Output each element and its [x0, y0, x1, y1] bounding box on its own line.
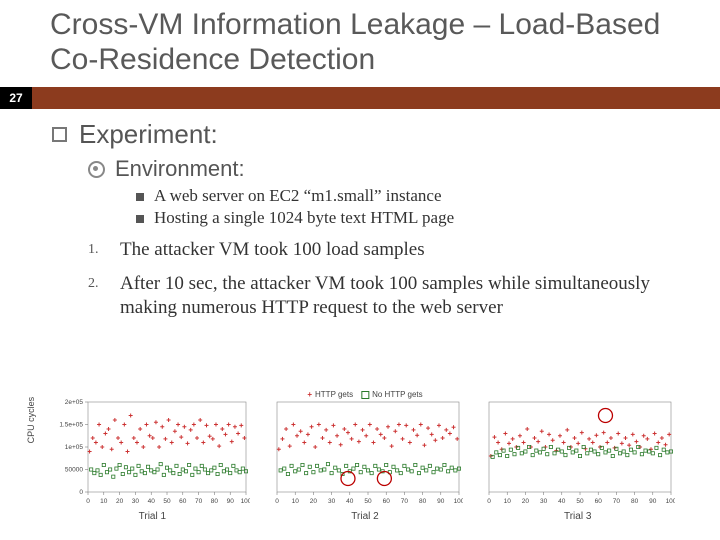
chart-panel-2: + HTTP gets No HTTP gets 0 10 20 30 40 50 60 70…: [263, 392, 468, 532]
x-axis-label: Trial 3: [475, 511, 680, 522]
svg-text:80: 80: [211, 498, 219, 505]
svg-text:70: 70: [400, 498, 408, 505]
scatter-chart: 0 10 20 30 40 50 60 70 80 90 100: [475, 392, 675, 510]
svg-text:30: 30: [328, 498, 336, 505]
env-item: A web server on EC2 “m1.small” instance: [136, 186, 690, 206]
slide: Cross-VM Information Leakage – Load-Base…: [0, 0, 720, 540]
svg-text:20: 20: [116, 498, 124, 505]
legend-label: No HTTP gets: [372, 390, 423, 399]
svg-text:0: 0: [488, 498, 492, 505]
svg-text:50: 50: [577, 498, 585, 505]
square-bullet-icon: [136, 215, 144, 223]
svg-text:2e+05: 2e+05: [65, 399, 84, 406]
x-axis-label: Trial 1: [50, 511, 255, 522]
svg-text:70: 70: [195, 498, 203, 505]
chart-panel-3: 0 10 20 30 40 50 60 70 80 90 100 Trial 3: [475, 392, 680, 532]
x-axis-label: Trial 2: [263, 511, 468, 522]
heading-level-1: Experiment:: [52, 119, 690, 150]
scatter-chart: 0 10 20 30 40 50 60 70 80 90 100 0 50000 1e+05 1.5e+05…: [50, 392, 250, 510]
step-text: The attacker VM took 100 load samples: [120, 238, 425, 262]
svg-text:10: 10: [504, 498, 512, 505]
svg-text:90: 90: [650, 498, 658, 505]
square-bullet-icon: [136, 193, 144, 201]
svg-text:90: 90: [227, 498, 235, 505]
square-marker-icon: [361, 391, 369, 399]
page-number-badge: 27: [0, 87, 32, 109]
svg-text:10: 10: [100, 498, 108, 505]
scatter-chart: 0 10 20 30 40 50 60 70 80 90 100: [263, 392, 463, 510]
svg-text:100: 100: [453, 498, 462, 505]
svg-text:90: 90: [437, 498, 445, 505]
svg-text:60: 60: [179, 498, 187, 505]
env-item-text: Hosting a single 1024 byte text HTML pag…: [154, 208, 454, 228]
heading-level-2: Environment:: [88, 156, 690, 182]
legend-label: HTTP gets: [315, 390, 353, 399]
svg-text:20: 20: [522, 498, 530, 505]
step-number: 1.: [88, 238, 106, 259]
svg-text:1e+05: 1e+05: [65, 444, 84, 451]
step-number: 2.: [88, 272, 106, 293]
legend-item: No HTTP gets: [361, 390, 423, 399]
step-item: 2. After 10 sec, the attacker VM took 10…: [88, 272, 690, 320]
svg-text:100: 100: [241, 498, 250, 505]
svg-text:1.5e+05: 1.5e+05: [59, 422, 83, 429]
env-item-text: A web server on EC2 “m1.small” instance: [154, 186, 442, 206]
step-item: 1. The attacker VM took 100 load samples: [88, 238, 690, 262]
svg-text:50: 50: [364, 498, 372, 505]
svg-text:0: 0: [86, 498, 90, 505]
slide-body: Experiment: Environment: A web server on…: [0, 109, 720, 319]
legend-item: + HTTP gets: [307, 390, 353, 399]
svg-text:60: 60: [595, 498, 603, 505]
heading-level-1-text: Experiment:: [79, 119, 218, 150]
svg-text:60: 60: [382, 498, 390, 505]
charts-row: CPU cycles 01020304050607080901000500001…: [50, 392, 680, 532]
target-bullet-icon: [88, 161, 105, 178]
svg-text:40: 40: [559, 498, 567, 505]
svg-text:10: 10: [291, 498, 299, 505]
svg-text:0: 0: [79, 489, 83, 496]
y-axis-label: CPU cycles: [26, 397, 36, 444]
svg-text:30: 30: [132, 498, 140, 505]
step-text: After 10 sec, the attacker VM took 100 s…: [120, 272, 690, 320]
slide-title: Cross-VM Information Leakage – Load-Base…: [0, 0, 720, 87]
heading-level-2-text: Environment:: [115, 156, 245, 182]
svg-text:80: 80: [631, 498, 639, 505]
svg-text:50: 50: [163, 498, 171, 505]
svg-text:30: 30: [540, 498, 548, 505]
svg-text:100: 100: [666, 498, 675, 505]
svg-text:20: 20: [309, 498, 317, 505]
cross-marker-icon: +: [307, 390, 312, 399]
svg-text:80: 80: [419, 498, 427, 505]
svg-text:70: 70: [613, 498, 621, 505]
chart-panel-1: CPU cycles 01020304050607080901000500001…: [50, 392, 255, 532]
svg-text:40: 40: [346, 498, 354, 505]
svg-text:50000: 50000: [65, 467, 83, 474]
svg-text:0: 0: [275, 498, 279, 505]
square-outline-bullet-icon: [52, 127, 67, 142]
chart-legend: + HTTP gets No HTTP gets: [307, 390, 422, 399]
svg-text:40: 40: [148, 498, 156, 505]
env-item: Hosting a single 1024 byte text HTML pag…: [136, 208, 690, 228]
accent-band: 27: [0, 87, 720, 109]
